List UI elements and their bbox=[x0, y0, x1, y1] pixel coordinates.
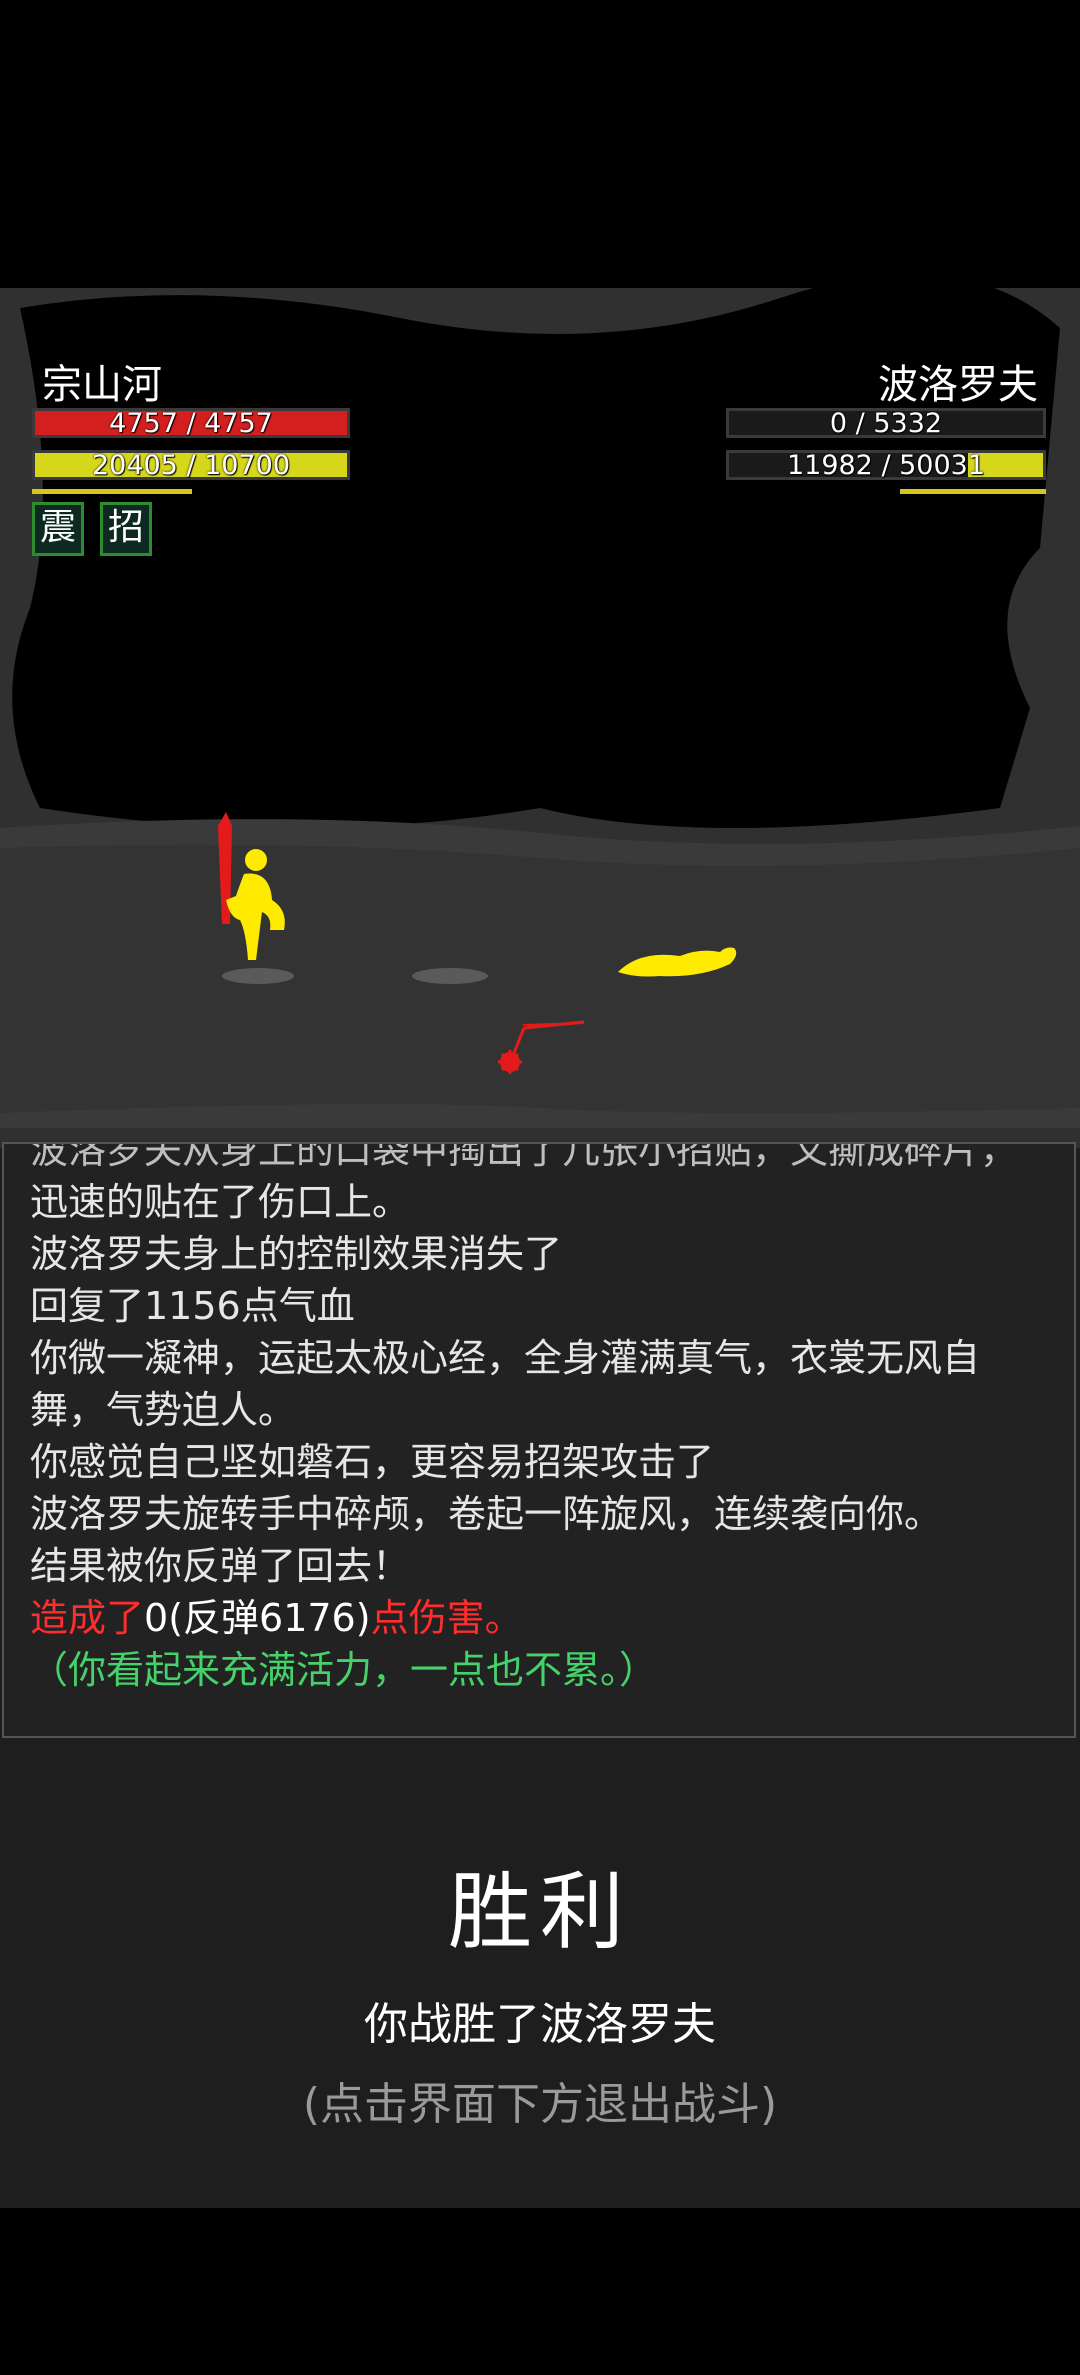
enemy-mp-bar: 11982 / 50031 bbox=[726, 450, 1046, 480]
player-hp-text: 4757 / 4757 bbox=[109, 408, 273, 439]
damage-value: 0(反弹6176) bbox=[144, 1596, 371, 1640]
enemy-hp-bar: 0 / 5332 bbox=[726, 408, 1046, 438]
player-mp-text: 20405 / 10700 bbox=[91, 450, 291, 481]
log-line: 结果被你反弹了回去！ bbox=[30, 1544, 411, 1588]
player-sprite bbox=[218, 812, 294, 984]
log-status-line: （你看起来充满活力，一点也不累。） bbox=[30, 1648, 658, 1692]
flail-weapon-icon bbox=[498, 1020, 585, 1074]
damage-suffix: 点伤害。 bbox=[370, 1596, 523, 1640]
log-line: 波洛罗夫旋转手中碎颅，卷起一阵旋风，连续袭向你。 bbox=[30, 1492, 943, 1536]
battle-sprites bbox=[218, 812, 737, 1074]
enemy-hp-text: 0 / 5332 bbox=[829, 408, 943, 439]
enemy-mp-text: 11982 / 50031 bbox=[786, 450, 986, 481]
log-line: 波洛罗夫从身上的口袋中掏出了几张小招贴，又撕成碎片， bbox=[30, 1142, 1019, 1172]
log-line: 你微一凝神，运起太极心经，全身灌满真气，衣裳无风自舞，气势迫人。 bbox=[30, 1336, 981, 1432]
combat-log[interactable]: 波洛罗夫从身上的口袋中掏出了几张小招贴，又撕成碎片， 迅速的贴在了伤口上。 波洛… bbox=[2, 1142, 1076, 1738]
skill-icon-zhen[interactable]: 震 bbox=[32, 502, 84, 556]
log-line: 你感觉自己坚如磐石，更容易招架攻击了 bbox=[30, 1440, 715, 1484]
skill-icon-zhao[interactable]: 招 bbox=[100, 502, 152, 556]
player-hp-bar: 4757 / 4757 bbox=[32, 408, 350, 438]
player-energy-line bbox=[32, 489, 192, 494]
log-line: 波洛罗夫身上的控制效果消失了 bbox=[30, 1232, 563, 1276]
shadow-ellipse bbox=[412, 968, 488, 984]
damage-prefix: 造成了 bbox=[30, 1596, 145, 1640]
log-line: 迅速的贴在了伤口上。 bbox=[30, 1180, 411, 1224]
enemy-name: 波洛罗夫 bbox=[878, 362, 1038, 408]
victory-title: 胜利 bbox=[447, 1863, 632, 1961]
log-line: 回复了1156点气血 bbox=[30, 1284, 355, 1328]
log-damage-line: 造成了0(反弹6176)点伤害。 bbox=[4, 1592, 1074, 1644]
player-mp-bar: 20405 / 10700 bbox=[32, 450, 350, 480]
exit-battle-hint[interactable]: (点击界面下方退出战斗) bbox=[0, 2068, 1080, 2132]
enemy-sprite-fallen bbox=[618, 947, 737, 977]
enemy-energy-line bbox=[900, 489, 1046, 494]
player-name: 宗山河 bbox=[42, 362, 162, 408]
victory-message: 你战胜了波洛罗夫 bbox=[364, 1999, 716, 2050]
